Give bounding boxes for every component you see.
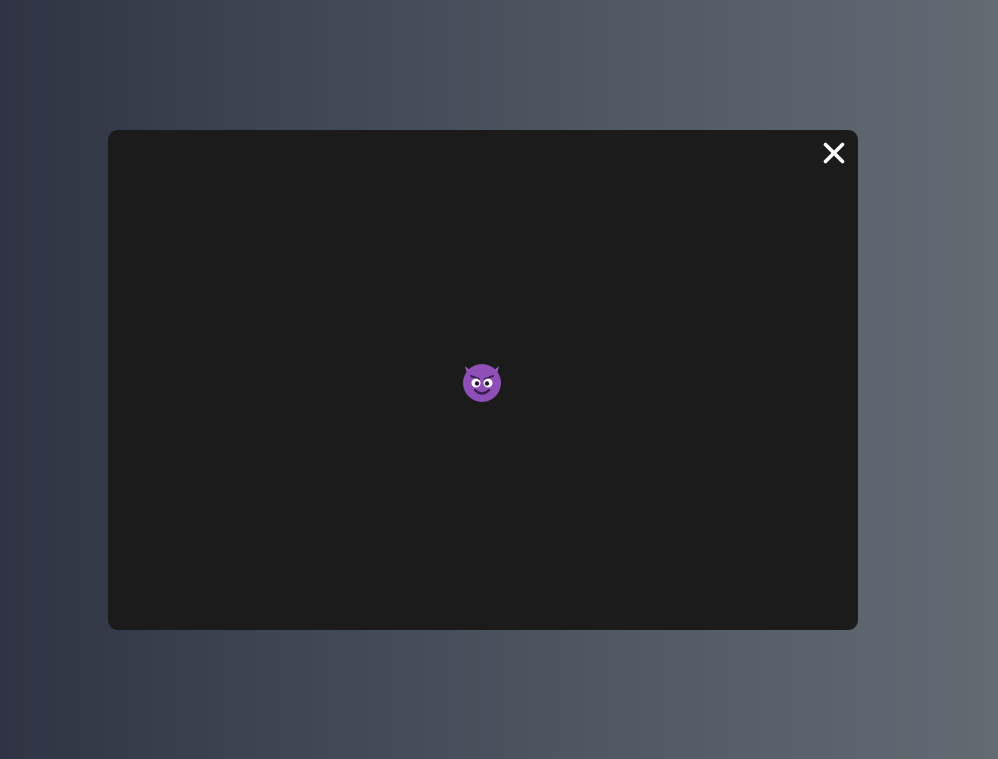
video-modal	[108, 130, 858, 630]
close-button[interactable]	[822, 141, 846, 165]
smiling-imp-icon	[461, 361, 503, 403]
close-icon	[823, 142, 845, 164]
